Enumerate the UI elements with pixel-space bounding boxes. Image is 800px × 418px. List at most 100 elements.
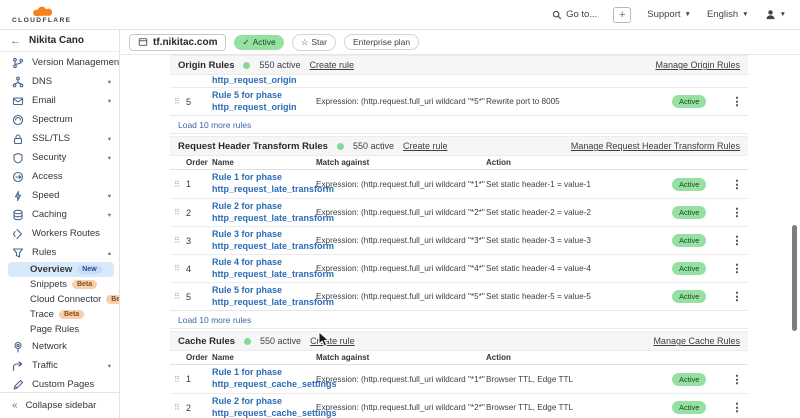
drag-handle-icon[interactable]: ⠿ xyxy=(174,180,186,189)
sidebar-item-speed[interactable]: Speed ▾ xyxy=(0,186,119,205)
goto-search[interactable]: Go to... xyxy=(552,9,597,20)
collapse-sidebar-button[interactable]: « Collapse sidebar xyxy=(0,392,119,418)
rule-name-link[interactable]: Rule 4 for phase http_request_late_trans… xyxy=(212,257,316,280)
sidebar-item-email[interactable]: Email ▾ xyxy=(0,91,119,110)
new-badge: New xyxy=(77,265,101,274)
create-rule-link[interactable]: Create rule xyxy=(310,60,355,70)
top-bar: CLOUDFLARE Go to... + Support ▼ English … xyxy=(0,0,800,30)
spectrum-icon xyxy=(12,114,24,126)
rule-expression: Expression: (http.request.full_uri wildc… xyxy=(316,403,486,412)
site-icon xyxy=(138,37,148,47)
drag-handle-icon[interactable]: ⠿ xyxy=(174,97,186,106)
user-menu[interactable]: ▼ xyxy=(765,9,786,20)
drag-handle-icon[interactable]: ⠿ xyxy=(174,236,186,245)
rule-action: Set static header-2 = value-2 xyxy=(486,208,672,217)
kebab-menu-icon[interactable]: ⋮ xyxy=(726,178,748,191)
sidebar-item-rules-page-rules[interactable]: Page Rules xyxy=(8,322,114,337)
rule-expression: Expression: (http.request.full_uri wildc… xyxy=(316,264,486,273)
sidebar-item-rules[interactable]: Rules ▴ xyxy=(0,243,119,262)
sidebar-item-rules-trace[interactable]: Trace Beta xyxy=(8,307,114,322)
sidebar-item-network[interactable]: Network xyxy=(0,337,119,356)
rule-name-link[interactable]: Rule 5 for phase http_request_late_trans… xyxy=(212,285,316,308)
rule-name-line2[interactable]: http_request_origin xyxy=(212,75,748,87)
kebab-menu-icon[interactable]: ⋮ xyxy=(726,95,748,108)
sidebar-item-caching[interactable]: Caching ▾ xyxy=(0,205,119,224)
table-row: ⠿ 2 Rule 2 for phase http_request_cache_… xyxy=(170,393,748,418)
sidebar-item-ssl-tls[interactable]: SSL/TLS ▾ xyxy=(0,129,119,148)
kebab-menu-icon[interactable]: ⋮ xyxy=(726,234,748,247)
bolt-icon xyxy=(12,190,24,202)
create-rule-link[interactable]: Create rule xyxy=(310,336,355,346)
rule-name-link[interactable]: Rule 2 for phase http_request_late_trans… xyxy=(212,201,316,224)
origin-rules-header: Origin Rules 550 active Create rule Mana… xyxy=(170,55,748,75)
drag-handle-icon[interactable]: ⠿ xyxy=(174,208,186,217)
create-rule-link[interactable]: Create rule xyxy=(403,141,448,151)
drag-handle-icon[interactable]: ⠿ xyxy=(174,292,186,301)
rule-name-link[interactable]: Rule 5 for phase http_request_origin xyxy=(212,90,316,113)
language-menu[interactable]: English ▼ xyxy=(707,9,749,20)
sidebar-item-access[interactable]: Access xyxy=(0,167,119,186)
sidebar-item-workers-routes[interactable]: Workers Routes xyxy=(0,224,119,243)
lock-icon xyxy=(12,133,24,145)
kebab-menu-icon[interactable]: ⋮ xyxy=(726,373,748,386)
manage-origin-rules-link[interactable]: Manage Origin Rules xyxy=(655,60,740,70)
vertical-scrollbar-thumb[interactable] xyxy=(792,225,797,331)
drag-handle-icon[interactable]: ⠿ xyxy=(174,375,186,384)
support-menu[interactable]: Support ▼ xyxy=(647,9,691,20)
sidebar-item-traffic[interactable]: Traffic ▾ xyxy=(0,356,119,375)
rule-action: Browser TTL, Edge TTL xyxy=(486,375,672,384)
rule-name-link[interactable]: Rule 3 for phase http_request_late_trans… xyxy=(212,229,316,252)
load-more-rules-link[interactable]: Load 10 more rules xyxy=(170,310,748,328)
kebab-menu-icon[interactable]: ⋮ xyxy=(726,262,748,275)
pen-icon xyxy=(12,379,24,391)
chevron-up-icon: ▴ xyxy=(108,249,111,257)
shield-icon xyxy=(12,152,24,164)
table-column-headers: Order Name Match against Action xyxy=(170,156,748,170)
cloudflare-logo-text: CLOUDFLARE xyxy=(12,18,71,25)
section-title: Request Header Transform Rules xyxy=(178,141,328,152)
sidebar-item-custom-pages[interactable]: Custom Pages xyxy=(0,375,119,392)
rule-name-link[interactable]: Rule 2 for phase http_request_cache_sett… xyxy=(212,396,316,418)
user-icon xyxy=(765,9,776,20)
domain-selector[interactable]: tf.nikitac.com xyxy=(129,34,226,51)
active-dot-icon xyxy=(244,338,251,345)
sidebar-item-rules-snippets[interactable]: Snippets Beta xyxy=(8,277,114,292)
back-arrow-icon[interactable]: ← xyxy=(10,35,21,47)
kebab-menu-icon[interactable]: ⋮ xyxy=(726,401,748,414)
sidebar-item-dns[interactable]: DNS ▾ xyxy=(0,72,119,91)
add-button[interactable]: + xyxy=(613,7,631,23)
kebab-menu-icon[interactable]: ⋮ xyxy=(726,206,748,219)
load-more-rules-link[interactable]: Load 10 more rules xyxy=(170,115,748,133)
rule-name-link[interactable]: Rule 1 for phase http_request_late_trans… xyxy=(212,172,316,195)
kebab-menu-icon[interactable]: ⋮ xyxy=(726,290,748,303)
beta-badge: Beta xyxy=(106,295,119,304)
request-header-transform-rules-header: Request Header Transform Rules 550 activ… xyxy=(170,136,748,156)
cache-rules-header: Cache Rules 550 active Create rule Manag… xyxy=(170,331,748,351)
section-title: Cache Rules xyxy=(178,336,235,347)
chevron-down-icon: ▾ xyxy=(108,192,111,200)
rule-name-link[interactable]: Rule 1 for phase http_request_cache_sett… xyxy=(212,367,316,390)
chevron-down-icon: ▾ xyxy=(108,362,111,370)
table-row: ⠿ 4 Rule 4 for phase http_request_late_t… xyxy=(170,254,748,282)
manage-request-header-transform-rules-link[interactable]: Manage Request Header Transform Rules xyxy=(571,141,740,151)
domain-bar: tf.nikitac.com ✓ Active ☆ Star Enterpris… xyxy=(120,30,800,55)
main-area: tf.nikitac.com ✓ Active ☆ Star Enterpris… xyxy=(120,30,800,418)
manage-cache-rules-link[interactable]: Manage Cache Rules xyxy=(653,336,740,346)
rule-expression: Expression: (http.request.full_uri wildc… xyxy=(316,375,486,384)
sidebar-item-version-management[interactable]: Version Management xyxy=(0,53,119,72)
traffic-icon xyxy=(12,360,24,372)
sidebar-item-rules-overview[interactable]: Overview New xyxy=(8,262,114,277)
column-order: Order xyxy=(186,158,212,167)
drag-handle-icon[interactable]: ⠿ xyxy=(174,264,186,273)
status-badge: Active xyxy=(672,178,706,191)
sidebar-item-spectrum[interactable]: Spectrum xyxy=(0,110,119,129)
cloudflare-logo[interactable]: CLOUDFLARE xyxy=(12,4,71,25)
status-badge: Active xyxy=(672,206,706,219)
sidebar-item-rules-cloud-connector[interactable]: Cloud Connector Beta xyxy=(8,292,114,307)
status-badge: Active xyxy=(672,373,706,386)
star-button[interactable]: ☆ Star xyxy=(292,34,336,51)
drag-handle-icon[interactable]: ⠿ xyxy=(174,403,186,412)
sidebar-item-security[interactable]: Security ▾ xyxy=(0,148,119,167)
rule-action: Set static header-3 = value-3 xyxy=(486,236,672,245)
account-header[interactable]: ← Nikita Cano xyxy=(0,30,119,52)
